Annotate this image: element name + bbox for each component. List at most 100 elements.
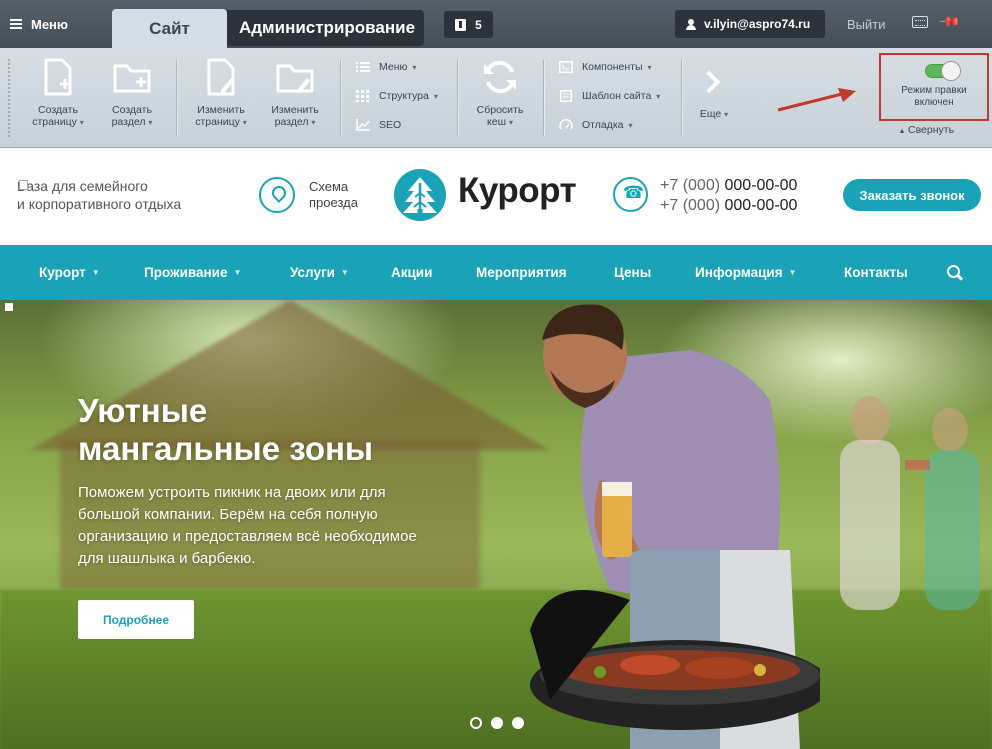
nav-label: Акции <box>391 265 433 280</box>
nav-item-prices[interactable]: Цены <box>614 245 651 300</box>
debug-tool-button[interactable]: Отладка ▾ <box>559 117 633 133</box>
nav-item-services[interactable]: Услуги ▼ <box>290 245 349 300</box>
toolbar-separator <box>457 60 458 136</box>
nav-label: Проживание <box>144 265 228 280</box>
edit-section-button[interactable]: Изменить раздел ▾ <box>263 58 327 129</box>
list-icon <box>356 61 370 73</box>
chevron-down-icon: ▼ <box>788 268 797 277</box>
admin-top-bar: Меню Администрирование Сайт 5 v.ilyin@as… <box>0 0 992 48</box>
tagline-line-2: и корпоративного отдыха <box>17 196 182 212</box>
edit-mode-label-2: включен <box>914 97 954 108</box>
seo-tool-button[interactable]: SEO <box>356 117 401 133</box>
gauge-icon <box>559 119 573 131</box>
phone-2-prefix: +7 (000) <box>660 197 721 214</box>
main-nav: Курорт ▼ Проживание ▼ Услуги ▼ Акции Меропр… <box>0 245 992 300</box>
collapse-label: Свернуть <box>908 124 955 136</box>
site-template-tool-label: Шаблон сайта <box>582 90 652 102</box>
phone-2[interactable]: +7 (000) 000-00-00 <box>660 196 797 216</box>
directions-line-1: Схема <box>309 179 349 194</box>
edit-mode-toggle[interactable]: Режим правки включен <box>879 53 989 121</box>
map-pin-icon[interactable] <box>259 177 295 213</box>
nav-item-accommodation[interactable]: Проживание ▼ <box>144 245 241 300</box>
keyboard-icon[interactable] <box>912 16 928 28</box>
collapse-toolbar-button[interactable]: ▴ Свернуть <box>900 124 954 136</box>
logo-tree-icon[interactable] <box>394 169 446 221</box>
edit-mode-label-1: Режим правки <box>901 85 967 96</box>
hamburger-icon <box>10 19 22 29</box>
notifications-button[interactable]: 5 <box>444 11 493 38</box>
toggle-switch[interactable] <box>925 61 961 81</box>
create-section-button[interactable]: Создать раздел ▾ <box>100 58 164 129</box>
reset-cache-button[interactable]: Сбросить кеш ▾ <box>468 58 532 129</box>
admin-menu-button[interactable]: Меню <box>10 10 68 38</box>
slider-pagination <box>470 717 524 729</box>
nav-label: Информация <box>695 265 783 280</box>
hero-photo-man-grilling <box>530 304 820 749</box>
nav-item-promotions[interactable]: Акции <box>391 245 432 300</box>
slider-dot-1[interactable] <box>470 717 482 729</box>
components-tool-label: Компоненты <box>582 61 643 73</box>
request-call-button[interactable]: Заказать звонок <box>843 179 981 211</box>
edit-page-label-2: страницу <box>195 116 240 128</box>
create-page-label-2: страницу <box>32 116 77 128</box>
nav-item-events[interactable]: Мероприятия <box>476 245 567 300</box>
slider-dot-2[interactable] <box>491 717 503 729</box>
nav-label: Услуги <box>290 265 335 280</box>
edit-folder-icon <box>275 58 315 96</box>
new-folder-icon <box>112 58 152 96</box>
admin-menu-label: Меню <box>31 16 69 32</box>
slider-dot-3[interactable] <box>512 717 524 729</box>
edit-page-label-1: Изменить <box>197 104 245 116</box>
edit-section-label-2: раздел <box>274 116 309 128</box>
phone-1-prefix: +7 (000) <box>660 177 721 194</box>
user-email: v.ilyin@aspro74.ru <box>704 17 811 31</box>
structure-tool-button[interactable]: Структура ▾ <box>356 88 438 104</box>
more-tools-button[interactable]: Еще ▾ <box>694 66 734 120</box>
hero-photo-background-people <box>840 396 980 610</box>
site-tagline: База для семейного и корпоративного отды… <box>17 177 227 213</box>
site-template-tool-button[interactable]: Шаблон сайта ▾ <box>559 88 660 104</box>
directions-link[interactable]: Схема проезда <box>309 179 358 211</box>
nav-item-contacts[interactable]: Контакты <box>844 245 908 300</box>
logout-link[interactable]: Выйти <box>847 17 886 32</box>
phone-1[interactable]: +7 (000) 000-00-00 <box>660 176 797 196</box>
annotation-arrow-icon <box>777 88 856 112</box>
reset-cache-label-1: Сбросить <box>476 104 524 116</box>
pin-icon[interactable]: 📌 <box>938 9 962 33</box>
hero-title: Уютные мангальные зоны <box>78 392 373 468</box>
phone-icon[interactable] <box>613 177 648 212</box>
tab-administration[interactable]: Администрирование <box>208 10 424 46</box>
new-page-icon <box>42 58 74 96</box>
create-page-label-1: Создать <box>38 104 78 116</box>
tab-site[interactable]: Сайт <box>112 9 227 48</box>
nav-item-info[interactable]: Информация ▼ <box>695 245 797 300</box>
hero-more-button[interactable]: Подробнее <box>78 600 194 639</box>
nav-item-resort[interactable]: Курорт ▼ <box>39 245 100 300</box>
logo-text[interactable]: Курорт <box>458 171 577 211</box>
search-icon[interactable] <box>947 265 963 281</box>
edit-marker-icon[interactable] <box>5 303 13 311</box>
document-icon <box>559 90 573 102</box>
caret-up-icon: ▴ <box>900 126 905 135</box>
create-section-label-1: Создать <box>112 104 152 116</box>
user-profile-button[interactable]: v.ilyin@aspro74.ru <box>675 10 825 38</box>
menu-tool-button[interactable]: Меню ▾ <box>356 59 416 75</box>
chevron-down-icon: ▼ <box>340 268 349 277</box>
toolbar-separator <box>543 60 544 136</box>
edit-page-icon <box>205 58 237 96</box>
structure-tool-label: Структура <box>379 90 429 102</box>
edit-page-button[interactable]: Изменить страницу ▾ <box>189 58 253 129</box>
components-tool-button[interactable]: Компоненты ▾ <box>559 59 652 75</box>
grid-icon <box>356 90 370 102</box>
user-icon <box>686 18 696 30</box>
hero-title-line-1: Уютные <box>78 392 208 429</box>
chart-icon <box>356 119 370 131</box>
nav-label: Контакты <box>844 265 908 280</box>
create-page-button[interactable]: Создать страницу ▾ <box>26 58 90 129</box>
toolbar-separator <box>340 60 341 136</box>
chevron-down-icon: ▼ <box>233 268 242 277</box>
toolbar-separator <box>681 60 682 136</box>
phone-2-number: 000-00-00 <box>724 197 798 214</box>
nav-label: Мероприятия <box>476 265 567 280</box>
terminal-icon <box>559 61 573 73</box>
